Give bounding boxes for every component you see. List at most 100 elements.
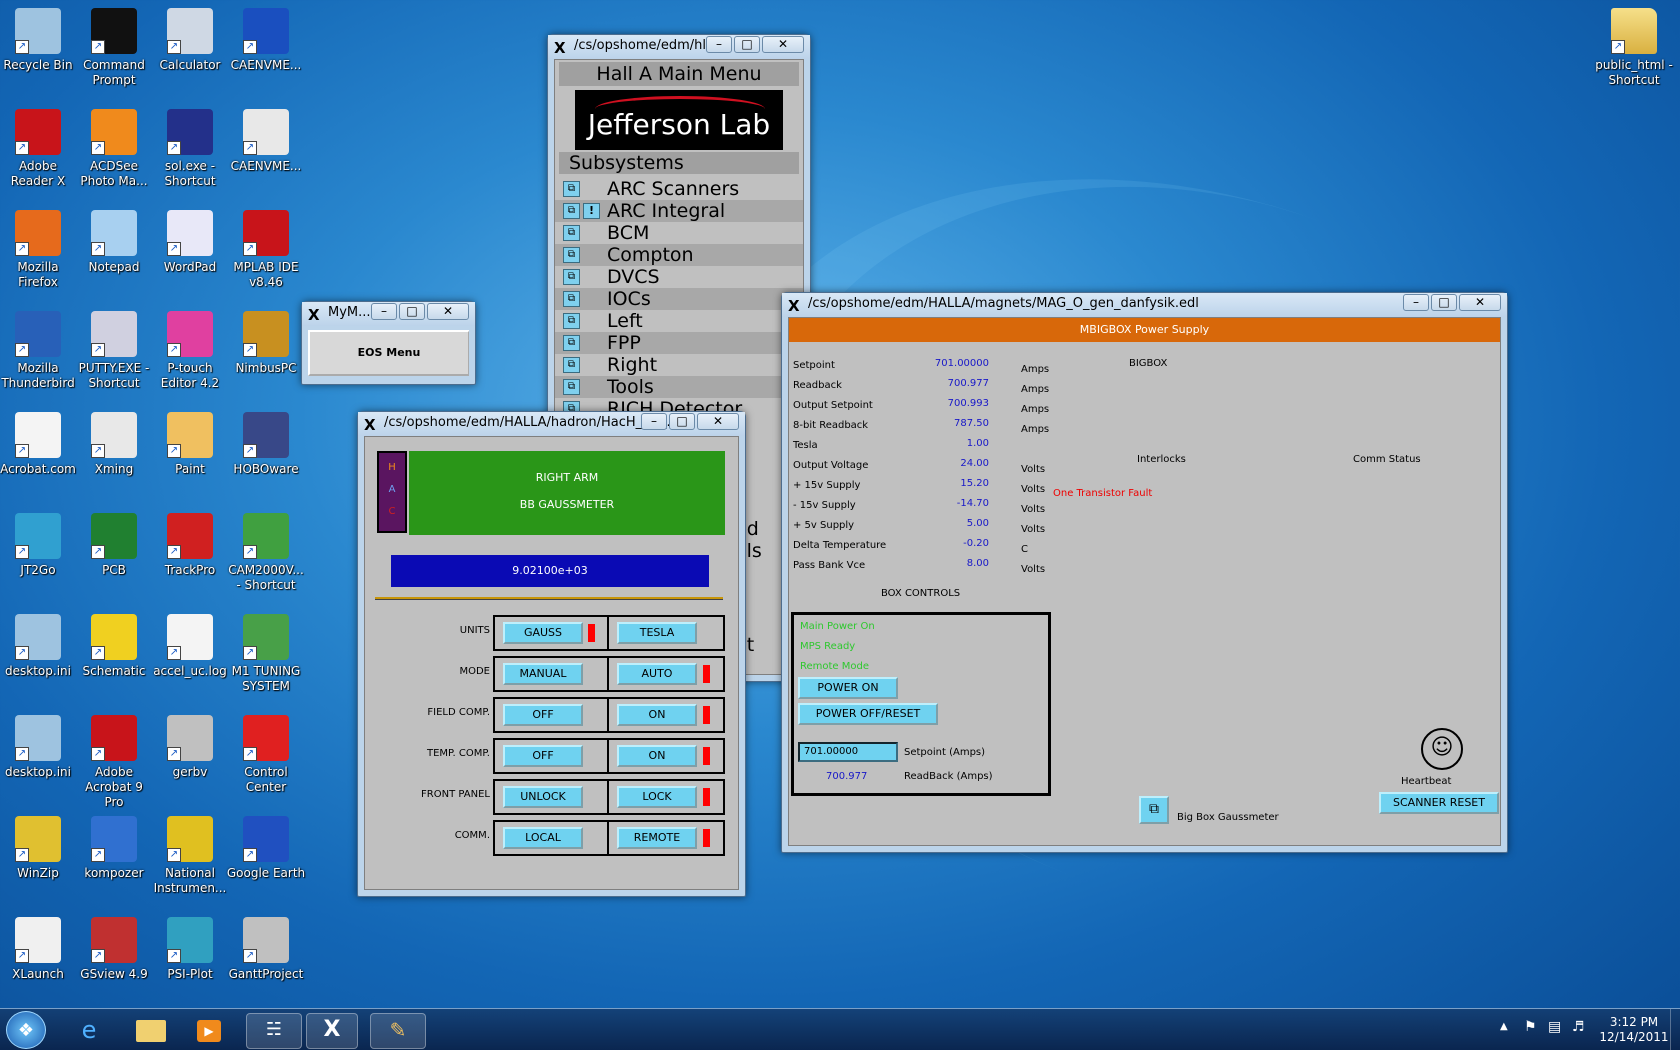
desktop-icon[interactable]: ↗ accel_uc.log: [150, 610, 230, 679]
option-right-button[interactable]: TESLA: [617, 622, 697, 644]
desktop-icon[interactable]: ↗ MPLAB IDE v8.46: [226, 206, 306, 290]
desktop-icon[interactable]: ↗ Control Center: [226, 711, 306, 795]
subsystem-item[interactable]: ⧉ ARC Scanners: [555, 178, 803, 200]
scanner-reset-button[interactable]: SCANNER RESET: [1379, 792, 1499, 814]
desktop-icon[interactable]: ↗ CAENVME...: [226, 4, 306, 73]
desktop-icon[interactable]: ↗ PCB: [74, 509, 154, 578]
subsystem-item[interactable]: ⧉ Tools: [555, 376, 803, 398]
volume-icon[interactable]: ♬: [1572, 1019, 1585, 1035]
subsystem-item[interactable]: ⧉ DVCS: [555, 266, 803, 288]
tray-show-hidden-icon[interactable]: ▲: [1500, 1021, 1508, 1032]
desktop-icon[interactable]: ↗ CAENVME...: [226, 105, 306, 174]
close-button[interactable]: ✕: [697, 413, 739, 430]
option-right-button[interactable]: ON: [617, 745, 697, 767]
option-left-button[interactable]: OFF: [503, 745, 583, 767]
gaussmeter-button[interactable]: ⧉: [1139, 796, 1169, 824]
desktop-icon[interactable]: ↗ National Instrumen...: [150, 812, 230, 896]
desktop-icon[interactable]: ↗ Mozilla Thunderbird: [0, 307, 78, 391]
open-window-icon[interactable]: ⧉: [563, 313, 580, 329]
option-right-button[interactable]: AUTO: [617, 663, 697, 685]
desktop-icon[interactable]: ↗ desktop.ini: [0, 610, 78, 679]
xming-taskbar-button[interactable]: X: [306, 1013, 358, 1049]
desktop-icon[interactable]: ↗ PSI-Plot: [150, 913, 230, 982]
maximize-button[interactable]: □: [399, 303, 425, 320]
minimize-button[interactable]: –: [706, 36, 732, 53]
desktop-icon[interactable]: ↗ WinZip: [0, 812, 78, 881]
open-window-icon[interactable]: ⧉: [563, 335, 580, 351]
minimize-button[interactable]: –: [1403, 294, 1429, 311]
desktop-icon[interactable]: ↗ sol.exe - Shortcut: [150, 105, 230, 189]
open-window-icon[interactable]: ⧉: [563, 203, 580, 219]
minimize-button[interactable]: –: [371, 303, 397, 320]
subsystem-item[interactable]: ⧉ Left: [555, 310, 803, 332]
subsystem-item[interactable]: ⧉ IOCs: [555, 288, 803, 310]
public-html-shortcut[interactable]: ↗ public_html - Shortcut: [1594, 4, 1674, 88]
open-window-icon[interactable]: ⧉: [563, 269, 580, 285]
window-titlebar[interactable]: X/cs/opshome/edm/HALLA/magnets/MAG_O_gen…: [782, 293, 1507, 317]
desktop-icon[interactable]: ↗ Notepad: [74, 206, 154, 275]
window-titlebar[interactable]: X/cs/opshome/edm/hl... – □ ✕: [548, 35, 810, 59]
desktop-icon[interactable]: ↗ GSview 4.9: [74, 913, 154, 982]
desktop-icon[interactable]: ↗ P-touch Editor 4.2: [150, 307, 230, 391]
desktop-icon[interactable]: ↗ Acrobat.com: [0, 408, 78, 477]
subsystem-item[interactable]: ⧉ Compton: [555, 244, 803, 266]
option-right-button[interactable]: ON: [617, 704, 697, 726]
close-button[interactable]: ✕: [427, 303, 469, 320]
network-icon[interactable]: ▤: [1548, 1019, 1561, 1035]
desktop-icon[interactable]: ↗ desktop.ini: [0, 711, 78, 780]
open-window-icon[interactable]: ⧉: [563, 247, 580, 263]
desktop-icon[interactable]: ↗ HOBOware: [226, 408, 306, 477]
option-left-button[interactable]: UNLOCK: [503, 786, 583, 808]
clock[interactable]: 3:12 PM 12/14/2011: [1598, 1015, 1670, 1045]
option-left-button[interactable]: GAUSS: [503, 622, 583, 644]
desktop-icon[interactable]: ↗ M1 TUNING SYSTEM: [226, 610, 306, 694]
open-window-icon[interactable]: ⧉: [563, 357, 580, 373]
maximize-button[interactable]: □: [1431, 294, 1457, 311]
alert-icon[interactable]: !: [583, 203, 600, 219]
desktop-icon[interactable]: ↗ Paint: [150, 408, 230, 477]
media-player-taskbar-icon[interactable]: ▶: [186, 1013, 232, 1049]
power-off-reset-button[interactable]: POWER OFF/RESET: [798, 703, 938, 725]
open-window-icon[interactable]: ⧉: [563, 225, 580, 241]
desktop-icon[interactable]: ↗ Mozilla Firefox: [0, 206, 78, 290]
open-window-icon[interactable]: ⧉: [563, 181, 580, 197]
option-left-button[interactable]: LOCAL: [503, 827, 583, 849]
desktop-icon[interactable]: ↗ Calculator: [150, 4, 230, 73]
subsystem-item[interactable]: ⧉! ARC Integral: [555, 200, 803, 222]
desktop-icon[interactable]: ↗ ACDSee Photo Ma...: [74, 105, 154, 189]
open-window-icon[interactable]: ⧉: [563, 379, 580, 395]
action-center-icon[interactable]: ⚑: [1524, 1019, 1537, 1035]
ie-taskbar-icon[interactable]: e: [66, 1013, 112, 1049]
open-window-icon[interactable]: ⧉: [563, 291, 580, 307]
option-left-button[interactable]: MANUAL: [503, 663, 583, 685]
desktop-icon[interactable]: ↗ Xming: [74, 408, 154, 477]
desktop-icon[interactable]: ↗ Adobe Acrobat 9 Pro: [74, 711, 154, 810]
option-right-button[interactable]: LOCK: [617, 786, 697, 808]
close-button[interactable]: ✕: [1459, 294, 1501, 311]
subsystem-item[interactable]: ⧉ FPP: [555, 332, 803, 354]
desktop-icon[interactable]: ↗ XLaunch: [0, 913, 78, 982]
desktop-icon[interactable]: ↗ JT2Go: [0, 509, 78, 578]
maximize-button[interactable]: □: [734, 36, 760, 53]
explorer-taskbar-icon[interactable]: [128, 1013, 174, 1049]
power-on-button[interactable]: POWER ON: [798, 677, 898, 699]
desktop-icon[interactable]: ↗ TrackPro: [150, 509, 230, 578]
desktop-icon[interactable]: ↗ NimbusPC: [226, 307, 306, 376]
show-desktop-button[interactable]: [1670, 1009, 1680, 1050]
desktop-icon[interactable]: ↗ kompozer: [74, 812, 154, 881]
window-titlebar[interactable]: X/cs/opshome/edm/HALLA/hadron/HacH_BB_..…: [358, 412, 745, 436]
option-left-button[interactable]: OFF: [503, 704, 583, 726]
maximize-button[interactable]: □: [669, 413, 695, 430]
subsystem-item[interactable]: ⧉ BCM: [555, 222, 803, 244]
setpoint-input[interactable]: 701.00000: [798, 742, 898, 762]
desktop-icon[interactable]: ↗ CAM2000V... - Shortcut: [226, 509, 306, 593]
desktop-icon[interactable]: ↗ PUTTY.EXE - Shortcut: [74, 307, 154, 391]
desktop-icon[interactable]: ↗ Schematic: [74, 610, 154, 679]
desktop-icon[interactable]: ↗ GanttProject: [226, 913, 306, 982]
option-right-button[interactable]: REMOTE: [617, 827, 697, 849]
paint-taskbar-button[interactable]: ✎: [370, 1013, 426, 1049]
window-titlebar[interactable]: X MyM... – □ ✕: [302, 302, 475, 326]
desktop-icon[interactable]: ↗ gerbv: [150, 711, 230, 780]
desktop-icon[interactable]: ↗ Adobe Reader X: [0, 105, 78, 189]
start-button[interactable]: ❖: [6, 1011, 46, 1049]
